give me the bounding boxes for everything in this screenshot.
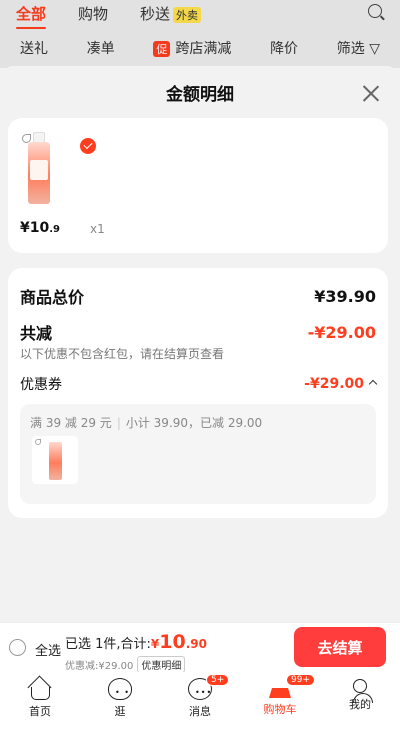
tab-profile[interactable]: 我的 — [330, 672, 390, 739]
discount-value: -¥29.00 — [307, 322, 376, 342]
leaf-icon — [35, 439, 41, 445]
tab-home-label: 首页 — [29, 705, 51, 718]
overlay — [0, 0, 400, 68]
price-summary-card: 商品总价 ¥39.90 共减 -¥29.00 以下优惠不包含红包，请在结算页查看… — [8, 268, 388, 518]
select-all-label[interactable]: 全选 — [35, 640, 61, 659]
selected-text: 已选 1件,合计: — [65, 637, 151, 652]
tab-cart[interactable]: 99+ 购物车 — [250, 672, 315, 739]
discount-note: 以下优惠不包含红包，请在结算页查看 — [20, 347, 225, 361]
product-card: ¥10.9 x1 — [8, 118, 388, 253]
close-icon[interactable] — [362, 84, 380, 102]
coupon-label: 优惠券 — [20, 377, 62, 393]
discount-label: 共减 — [20, 324, 53, 343]
discount-row: 共减 -¥29.00 — [20, 320, 376, 344]
bottle — [49, 442, 62, 480]
coupon-rule: 满 39 减 29 元 — [30, 416, 112, 430]
home-icon — [30, 687, 50, 700]
bottle-label — [30, 160, 48, 180]
tab-messages-label: 消息 — [189, 705, 211, 718]
total-value: ¥39.90 — [314, 286, 376, 306]
bottom-tab-bar: 首页 • • 逛 ••• 5+ 消息 99+ 购物车 我的 — [0, 672, 400, 739]
coupon-value-wrap: -¥29.00 — [304, 376, 378, 392]
coupon-detail: 满 39 减 29 元 | 小计 39.90，已减 29.00 — [20, 404, 376, 504]
profile-icon — [353, 679, 367, 693]
message-dots: ••• — [195, 688, 213, 697]
product-image[interactable] — [26, 132, 82, 218]
price-dec: .9 — [49, 224, 60, 235]
total-row: 商品总价 ¥39.90 — [20, 284, 376, 308]
coupon-line: 满 39 减 29 元 | 小计 39.90，已减 29.00 — [30, 414, 262, 431]
checkout-button[interactable]: 去结算 — [294, 627, 386, 667]
product-price: ¥10.9 — [20, 220, 60, 236]
tab-cart-label: 购物车 — [263, 703, 297, 716]
cart-badge: 99+ — [286, 674, 315, 686]
checkout-summary: 已选 1件,合计:¥10.90 — [65, 631, 207, 653]
coupon-value: -¥29.00 — [304, 376, 364, 392]
product-quantity: x1 — [90, 222, 105, 236]
chevron-up-icon — [368, 379, 378, 389]
total-int: 10 — [159, 631, 186, 653]
face-eyes: • • — [115, 688, 130, 697]
coupon-row[interactable]: 优惠券 -¥29.00 — [20, 374, 378, 394]
discount-detail-button[interactable]: 优惠明细 — [137, 656, 186, 673]
cart-icon — [269, 684, 291, 698]
checkout-discount: 优惠减:¥29.00 优惠明细 — [65, 656, 186, 673]
tab-browse-label: 逛 — [114, 705, 126, 718]
discount-text: 优惠减:¥29.00 — [65, 661, 134, 672]
face-icon: • • — [108, 678, 132, 700]
tab-browse[interactable]: • • 逛 — [90, 672, 150, 739]
sheet-title: 金额明细 — [166, 85, 234, 105]
price-int: ¥10 — [20, 220, 50, 236]
checkout-total: ¥10.90 — [151, 631, 207, 653]
tab-messages[interactable]: ••• 5+ 消息 — [170, 672, 230, 739]
select-all-radio[interactable] — [9, 639, 26, 656]
total-dec: .90 — [185, 637, 207, 651]
amount-detail-sheet: 金额明细 ¥10.9 x1 商品总价 ¥39.90 共减 -¥29.00 以下优… — [0, 66, 400, 623]
check-icon[interactable] — [80, 138, 96, 154]
divider: | — [116, 416, 121, 430]
coupon-subtotal: 小计 39.90，已减 29.00 — [125, 416, 263, 430]
sheet-header: 金额明细 — [0, 66, 400, 116]
checkout-bar: 全选 已选 1件,合计:¥10.90 优惠减:¥29.00 优惠明细 去结算 — [0, 622, 400, 673]
message-badge: 5+ — [206, 674, 230, 686]
profile-body — [353, 693, 373, 703]
total-label: 商品总价 — [20, 288, 85, 307]
coupon-product-thumb — [32, 436, 78, 484]
tab-home[interactable]: 首页 — [10, 672, 70, 739]
